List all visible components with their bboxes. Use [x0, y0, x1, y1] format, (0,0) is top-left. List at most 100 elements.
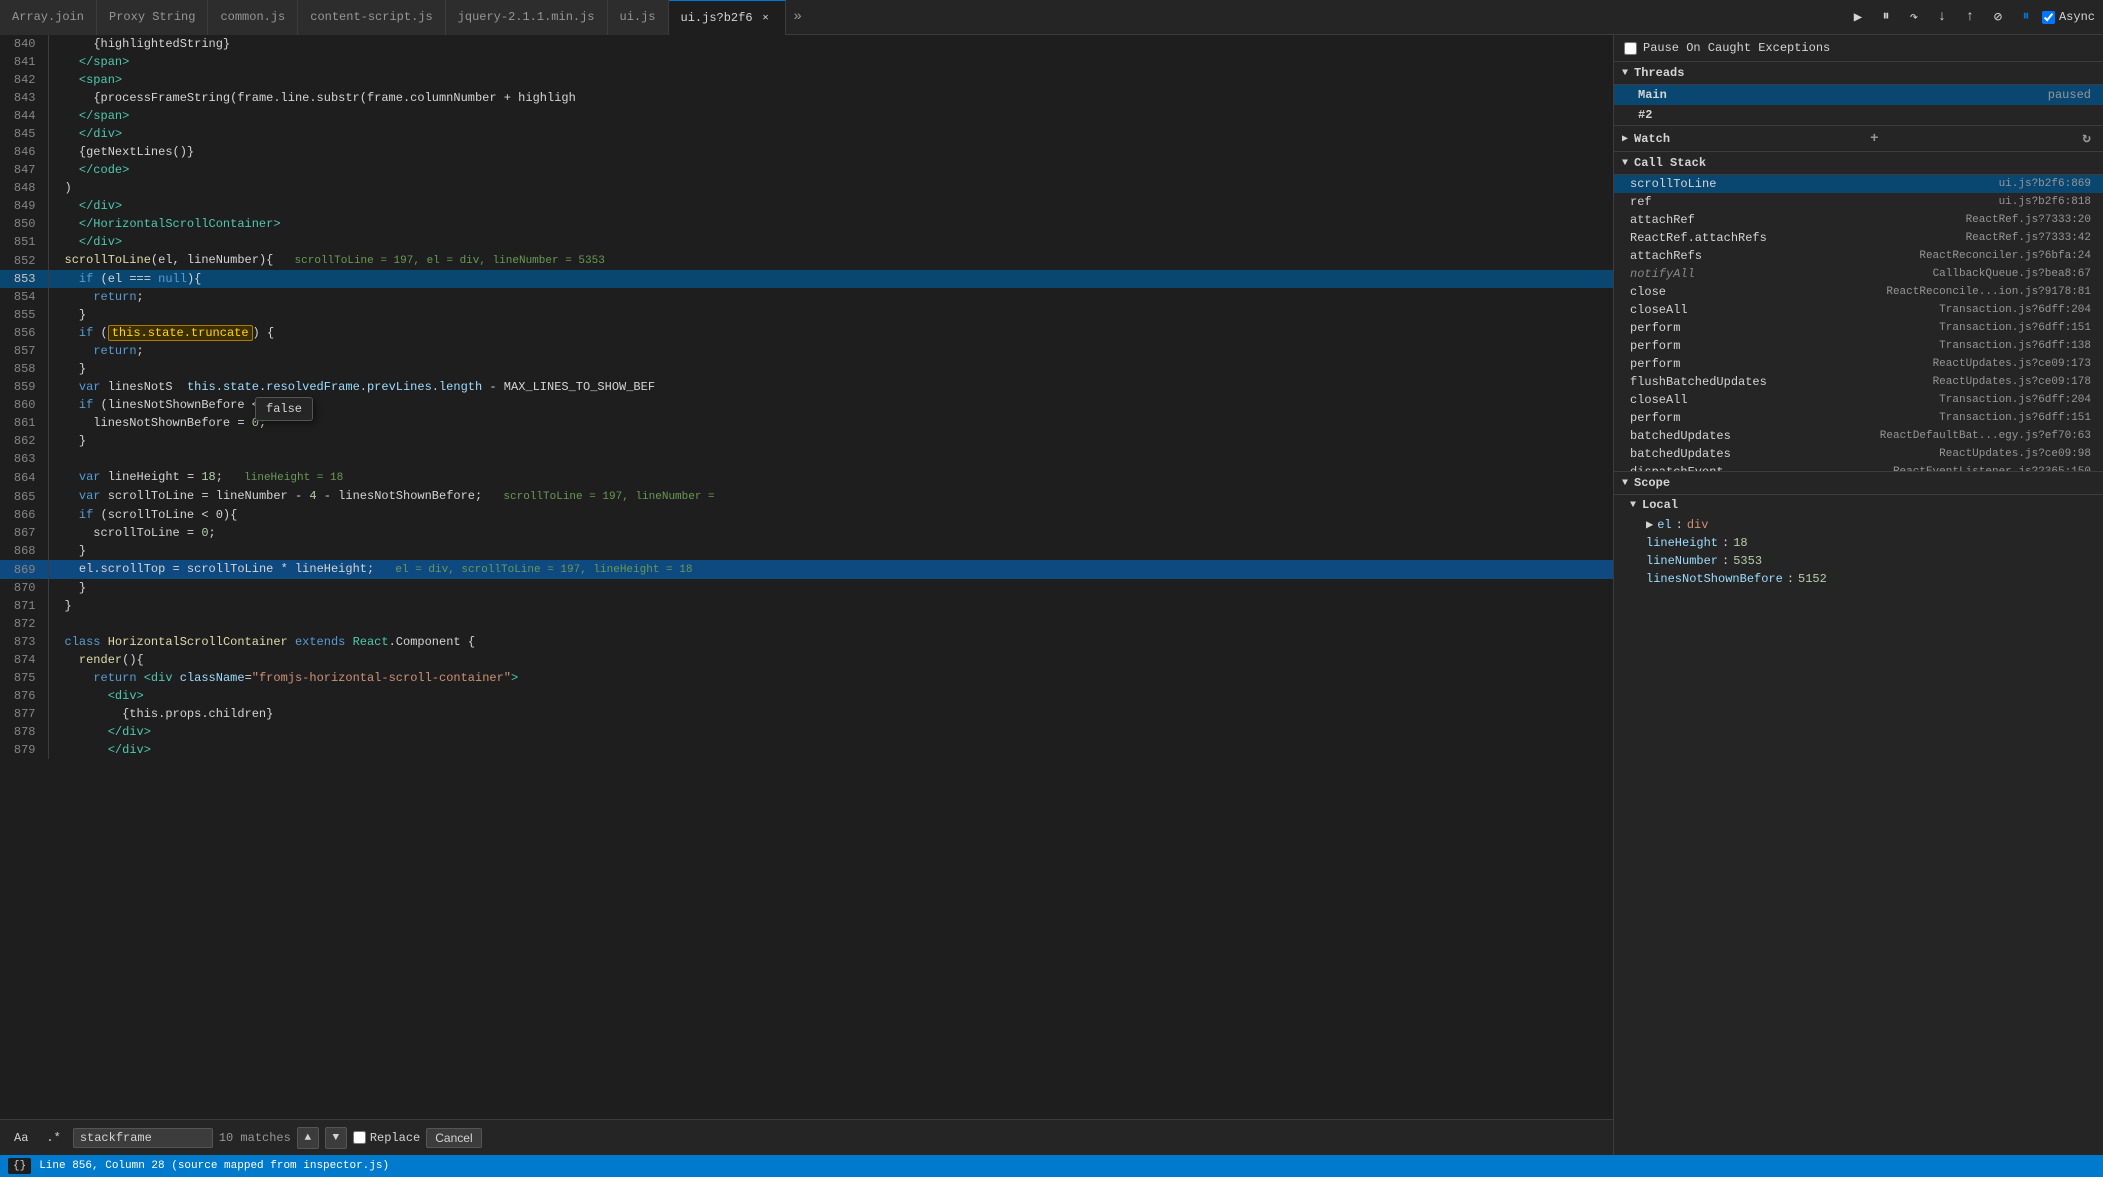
stack-item-attach-refs[interactable]: attachRefs ReactReconciler.js?6bfa:24 [1614, 247, 2103, 265]
scope-local-group[interactable]: ▼ Local [1614, 495, 2103, 515]
scope-line-height-item[interactable]: lineHeight : 18 [1614, 534, 2103, 552]
line-content: <div> [48, 687, 1613, 705]
stack-item-attach-ref[interactable]: attachRef ReactRef.js?7333:20 [1614, 211, 2103, 229]
line-number: 877 [0, 705, 48, 723]
stack-file: Transaction.js?6dff:151 [1939, 322, 2091, 334]
tab-ui-js[interactable]: ui.js [608, 0, 669, 35]
call-stack-title: Call Stack [1634, 156, 1706, 170]
scope-lines-not-shown-item[interactable]: linesNotShownBefore : 5152 [1614, 570, 2103, 588]
code-scroll-area[interactable]: 840 {highlightedString} 841 </span> 842 … [0, 35, 1613, 1119]
scope-el-item[interactable]: ▶ el : div [1614, 515, 2103, 534]
table-row: 877 {this.props.children} [0, 705, 1613, 723]
stack-file: ui.js?b2f6:818 [1999, 196, 2091, 208]
stack-item-perform-1[interactable]: perform Transaction.js?6dff:151 [1614, 319, 2103, 337]
stack-item-notify-all[interactable]: notifyAll CallbackQueue.js?bea8:67 [1614, 265, 2103, 283]
line-content: } [48, 432, 1613, 450]
deactivate-button[interactable]: ⊘ [1986, 5, 2010, 29]
stack-item-ref[interactable]: ref ui.js?b2f6:818 [1614, 193, 2103, 211]
replace-checkbox-label[interactable]: Replace [353, 1131, 420, 1145]
line-content: </HorizontalScrollContainer> [48, 215, 1613, 233]
async-checkbox[interactable] [2042, 11, 2055, 24]
find-next-button[interactable]: ▼ [325, 1127, 347, 1149]
tab-common-js[interactable]: common.js [208, 0, 298, 35]
threads-header[interactable]: ▼ Threads [1614, 62, 2103, 85]
table-row: 873 class HorizontalScrollContainer exte… [0, 633, 1613, 651]
stack-file: Transaction.js?6dff:151 [1939, 412, 2091, 424]
pause-button[interactable]: ⏸ [1874, 5, 1898, 29]
step-out-button[interactable]: ↑ [1958, 5, 1982, 29]
table-row-highlighted: 869 el.scrollTop = scrollToLine * lineHe… [0, 560, 1613, 579]
table-row: 860 if (linesNotShownBefore < 0){ [0, 396, 1613, 414]
stack-item-dispatch-event[interactable]: dispatchEvent ReactEventListener.js?2365… [1614, 463, 2103, 472]
tooltip-value: false [266, 402, 302, 416]
stack-item-batched-updates-1[interactable]: batchedUpdates ReactDefaultBat...egy.js?… [1614, 427, 2103, 445]
scope-el-arrow-icon: ▶ [1646, 517, 1653, 532]
table-row: 854 return; [0, 288, 1613, 306]
step-over-button[interactable]: ↷ [1902, 5, 1926, 29]
stack-fn-name: perform [1630, 339, 1680, 353]
thread-main-status: paused [2048, 88, 2091, 102]
line-number: 849 [0, 197, 48, 215]
stack-item-batched-updates-2[interactable]: batchedUpdates ReactUpdates.js?ce09:98 [1614, 445, 2103, 463]
tab-array-join[interactable]: Array.join [0, 0, 97, 35]
stack-item-perform-2[interactable]: perform Transaction.js?6dff:138 [1614, 337, 2103, 355]
watch-title: Watch [1634, 132, 1670, 146]
stack-item-close-all-1[interactable]: closeAll Transaction.js?6dff:204 [1614, 301, 2103, 319]
watch-add-button[interactable]: + [1866, 131, 1882, 147]
scope-line-number-item[interactable]: lineNumber : 5353 [1614, 552, 2103, 570]
stack-item-close[interactable]: close ReactReconcile...ion.js?9178:81 [1614, 283, 2103, 301]
line-content: var scrollToLine = lineNumber - 4 - line… [48, 487, 1613, 506]
stack-item-flush-batched[interactable]: flushBatchedUpdates ReactUpdates.js?ce09… [1614, 373, 2103, 391]
cancel-button[interactable]: Cancel [426, 1128, 481, 1148]
case-sensitive-button[interactable]: Aa [8, 1128, 34, 1148]
thread-2[interactable]: #2 [1614, 105, 2103, 125]
tab-overflow-button[interactable]: » [786, 9, 810, 25]
regex-button[interactable]: .* [40, 1128, 66, 1148]
table-row: 875 return <div className="fromjs-horizo… [0, 669, 1613, 687]
line-number: 850 [0, 215, 48, 233]
scope-separator: : [1676, 518, 1683, 532]
stack-item-scroll-to-line[interactable]: scrollToLine ui.js?b2f6:869 [1614, 175, 2103, 193]
tab-close-button[interactable]: ✕ [759, 11, 773, 25]
scope-local-label: Local [1642, 498, 1678, 512]
tab-label: common.js [220, 10, 285, 24]
tab-content-script[interactable]: content-script.js [298, 0, 445, 35]
search-input[interactable] [73, 1128, 213, 1148]
find-prev-button[interactable]: ▲ [297, 1127, 319, 1149]
step-into-button[interactable]: ↓ [1930, 5, 1954, 29]
line-number: 853 [0, 270, 48, 288]
line-content: } [48, 597, 1613, 615]
threads-title: Threads [1634, 66, 1684, 80]
scope-header[interactable]: ▼ Scope [1614, 472, 2103, 495]
async-checkbox-label[interactable]: Async [2042, 10, 2095, 24]
thread-main[interactable]: Main paused [1614, 85, 2103, 105]
call-stack-panel: ▼ Call Stack scrollToLine ui.js?b2f6:869… [1614, 152, 2103, 472]
tab-ui-js-b2f6[interactable]: ui.js?b2f6 ✕ [669, 0, 786, 35]
stack-fn-name: batchedUpdates [1630, 447, 1731, 461]
stack-item-perform-3[interactable]: perform ReactUpdates.js?ce09:173 [1614, 355, 2103, 373]
pause-caught-checkbox[interactable] [1624, 42, 1637, 55]
stack-item-react-ref-attach[interactable]: ReactRef.attachRefs ReactRef.js?7333:42 [1614, 229, 2103, 247]
watch-refresh-button[interactable]: ↻ [2079, 130, 2095, 147]
main-container: 840 {highlightedString} 841 </span> 842 … [0, 35, 2103, 1155]
resume-button[interactable]: ▶ [1846, 5, 1870, 29]
line-content: {processFrameString(frame.line.substr(fr… [48, 89, 1613, 107]
table-row: 857 return; [0, 342, 1613, 360]
scope-linenumber-value: 5353 [1733, 554, 1762, 568]
line-number: 855 [0, 306, 48, 324]
line-content: </div> [48, 233, 1613, 251]
line-content: {getNextLines()} [48, 143, 1613, 161]
scope-arrow-icon: ▼ [1622, 478, 1628, 489]
stack-fn-name: closeAll [1630, 393, 1688, 407]
table-row: 848 ) [0, 179, 1613, 197]
stack-item-close-all-2[interactable]: closeAll Transaction.js?6dff:204 [1614, 391, 2103, 409]
watch-header[interactable]: ▶ Watch + ↻ [1614, 126, 2103, 152]
table-row: 850 </HorizontalScrollContainer> [0, 215, 1613, 233]
tab-proxy-string[interactable]: Proxy String [97, 0, 208, 35]
replace-checkbox[interactable] [353, 1131, 366, 1144]
tab-jquery[interactable]: jquery-2.1.1.min.js [446, 0, 608, 35]
call-stack-header[interactable]: ▼ Call Stack [1614, 152, 2103, 175]
stack-item-perform-4[interactable]: perform Transaction.js?6dff:151 [1614, 409, 2103, 427]
stack-fn-name: perform [1630, 357, 1680, 371]
stack-fn-name: ref [1630, 195, 1652, 209]
